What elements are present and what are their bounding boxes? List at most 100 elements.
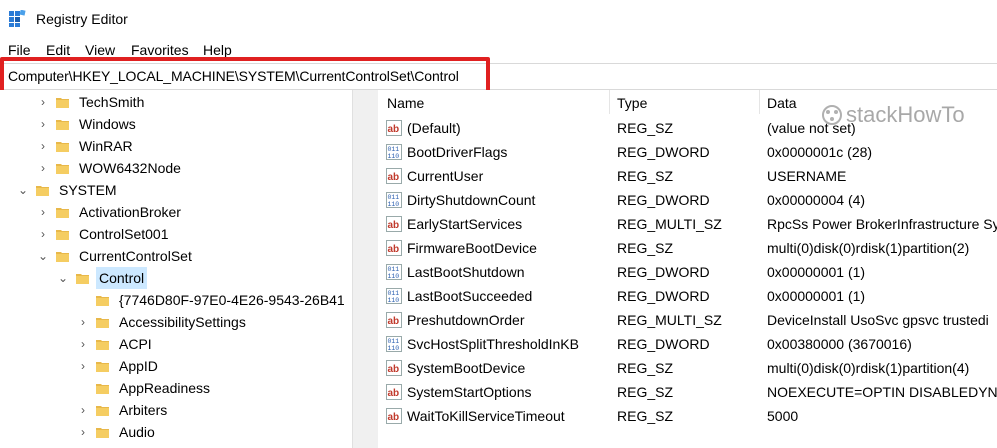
value-type: REG_DWORD bbox=[617, 144, 710, 160]
tree-node[interactable]: › ControlSet001 bbox=[40, 223, 352, 245]
chevron-down-icon[interactable]: ⌄ bbox=[37, 245, 49, 267]
tree-node[interactable]: ⌄ CurrentControlSet bbox=[37, 245, 352, 267]
folder-icon bbox=[96, 406, 109, 416]
folder-icon bbox=[96, 362, 109, 372]
value-name: WaitToKillServiceTimeout bbox=[407, 408, 565, 424]
column-header-data[interactable]: Data bbox=[767, 90, 797, 116]
value-row[interactable]: ab WaitToKillServiceTimeout REG_SZ 5000 bbox=[378, 404, 997, 428]
tree-node[interactable]: AppReadiness bbox=[80, 377, 352, 399]
chevron-right-icon[interactable]: › bbox=[37, 201, 49, 223]
tree-node[interactable]: › TechSmith bbox=[40, 91, 352, 113]
folder-icon bbox=[96, 428, 109, 438]
tree-node[interactable]: › WOW6432Node bbox=[40, 157, 352, 179]
tree-node-label: Control bbox=[96, 267, 148, 289]
folder-icon bbox=[76, 274, 89, 284]
chevron-right-icon[interactable]: › bbox=[37, 113, 49, 135]
value-list: Name Type Data ab (Default) REG_SZ (value n… bbox=[378, 90, 997, 448]
value-row[interactable]: 011 110 LastBootSucceeded REG_DWORD 0x000000… bbox=[378, 284, 997, 308]
value-data: 0x00380000 (3670016) bbox=[767, 336, 912, 352]
menu-help[interactable]: Help bbox=[203, 42, 232, 58]
tree-node-label: Audio bbox=[119, 424, 155, 440]
tree-node[interactable]: ⌄ Control bbox=[57, 267, 352, 289]
tree-scrollbar[interactable] bbox=[352, 90, 375, 448]
column-separator[interactable] bbox=[609, 90, 610, 114]
value-row[interactable]: 011 110 SvcHostSplitThresholdInKB REG_DWORD… bbox=[378, 332, 997, 356]
value-row[interactable]: ab FirmwareBootDevice REG_SZ multi(0)disk(0… bbox=[378, 236, 997, 260]
value-row[interactable]: ab SystemBootDevice REG_SZ multi(0)disk(0)r… bbox=[378, 356, 997, 380]
chevron-right-icon[interactable]: › bbox=[77, 421, 89, 443]
tree-node[interactable]: › Arbiters bbox=[80, 399, 352, 421]
value-row[interactable]: 011 110 LastBootShutdown REG_DWORD 0x0000000… bbox=[378, 260, 997, 284]
chevron-right-icon[interactable]: › bbox=[77, 399, 89, 421]
value-row[interactable]: ab PreshutdownOrder REG_MULTI_SZ DeviceInst… bbox=[378, 308, 997, 332]
tree-node[interactable]: › AccessibilitySettings bbox=[80, 311, 352, 333]
tree-node-label: ACPI bbox=[119, 336, 152, 352]
svg-text:110: 110 bbox=[388, 297, 400, 304]
value-name: LastBootShutdown bbox=[407, 264, 525, 280]
value-data: USERNAME bbox=[767, 168, 847, 184]
value-type: REG_DWORD bbox=[617, 288, 710, 304]
string-value-icon: ab bbox=[386, 120, 402, 136]
value-row[interactable]: ab SystemStartOptions REG_SZ NOEXECUTE=OPT… bbox=[378, 380, 997, 404]
value-row[interactable]: ab EarlyStartServices REG_MULTI_SZ RpcSs Po… bbox=[378, 212, 997, 236]
tree-node[interactable]: › AppID bbox=[80, 355, 352, 377]
value-name: (Default) bbox=[407, 120, 461, 136]
tree-node-label: SYSTEM bbox=[59, 182, 117, 198]
tree-node[interactable]: ⌄ SYSTEM bbox=[17, 179, 352, 201]
menu-view[interactable]: View bbox=[85, 42, 115, 58]
value-data: 0x00000001 (1) bbox=[767, 264, 866, 280]
svg-text:110: 110 bbox=[388, 273, 400, 280]
value-data: 0x00000001 (1) bbox=[767, 288, 866, 304]
folder-icon bbox=[56, 164, 69, 174]
tree-node[interactable]: › Audio bbox=[80, 421, 352, 443]
menu-file[interactable]: File bbox=[8, 42, 31, 58]
value-name: SvcHostSplitThresholdInKB bbox=[407, 336, 579, 352]
chevron-down-icon[interactable]: ⌄ bbox=[17, 179, 29, 201]
registry-editor-icon bbox=[9, 10, 26, 27]
svg-text:ab: ab bbox=[388, 220, 400, 231]
folder-icon bbox=[96, 318, 109, 328]
column-header-type[interactable]: Type bbox=[617, 90, 647, 116]
chevron-right-icon[interactable]: › bbox=[77, 333, 89, 355]
value-data: 0x00000004 (4) bbox=[767, 192, 866, 208]
value-row[interactable]: 011 110 DirtyShutdownCount REG_DWORD 0x00000… bbox=[378, 188, 997, 212]
binary-value-icon: 011110 bbox=[386, 192, 402, 208]
value-name: EarlyStartServices bbox=[407, 216, 523, 232]
menu-favorites[interactable]: Favorites bbox=[131, 42, 189, 58]
chevron-right-icon[interactable]: › bbox=[37, 157, 49, 179]
column-header-name[interactable]: Name bbox=[387, 90, 424, 116]
value-name: CurrentUser bbox=[407, 168, 484, 184]
tree-node[interactable]: {7746D80F-97E0-4E26-9543-26B41 bbox=[80, 289, 352, 311]
value-row[interactable]: ab CurrentUser REG_SZ USERNAME bbox=[378, 164, 997, 188]
folder-icon bbox=[56, 208, 69, 218]
value-name: SystemStartOptions bbox=[407, 384, 532, 400]
folder-icon bbox=[56, 98, 69, 108]
value-row[interactable]: 011 110 BootDriverFlags REG_DWORD 0x0000001c… bbox=[378, 140, 997, 164]
chevron-down-icon[interactable]: ⌄ bbox=[57, 267, 69, 289]
svg-text:110: 110 bbox=[388, 201, 400, 208]
chevron-right-icon[interactable]: › bbox=[77, 311, 89, 333]
tree-node[interactable]: › Windows bbox=[40, 113, 352, 135]
value-data: multi(0)disk(0)rdisk(1)partition(4) bbox=[767, 360, 970, 376]
value-type: REG_SZ bbox=[617, 384, 674, 400]
value-type: REG_SZ bbox=[617, 408, 674, 424]
tree-node[interactable]: › ActivationBroker bbox=[40, 201, 352, 223]
tree-node[interactable]: › WinRAR bbox=[40, 135, 352, 157]
folder-icon bbox=[36, 186, 49, 196]
menu-edit[interactable]: Edit bbox=[46, 42, 70, 58]
value-name: DirtyShutdownCount bbox=[407, 192, 536, 208]
folder-icon bbox=[96, 384, 109, 394]
column-separator[interactable] bbox=[759, 90, 760, 114]
value-data: 5000 bbox=[767, 408, 799, 424]
tree-node[interactable]: › ACPI bbox=[80, 333, 352, 355]
svg-text:ab: ab bbox=[388, 316, 400, 327]
chevron-right-icon[interactable]: › bbox=[37, 135, 49, 157]
folder-icon bbox=[56, 120, 69, 130]
value-name: PreshutdownOrder bbox=[407, 312, 525, 328]
chevron-right-icon[interactable]: › bbox=[37, 223, 49, 245]
chevron-right-icon[interactable]: › bbox=[77, 355, 89, 377]
address-highlight-box bbox=[0, 57, 490, 94]
chevron-right-icon[interactable]: › bbox=[37, 91, 49, 113]
value-data: 0x0000001c (28) bbox=[767, 144, 873, 160]
folder-icon bbox=[56, 142, 69, 152]
